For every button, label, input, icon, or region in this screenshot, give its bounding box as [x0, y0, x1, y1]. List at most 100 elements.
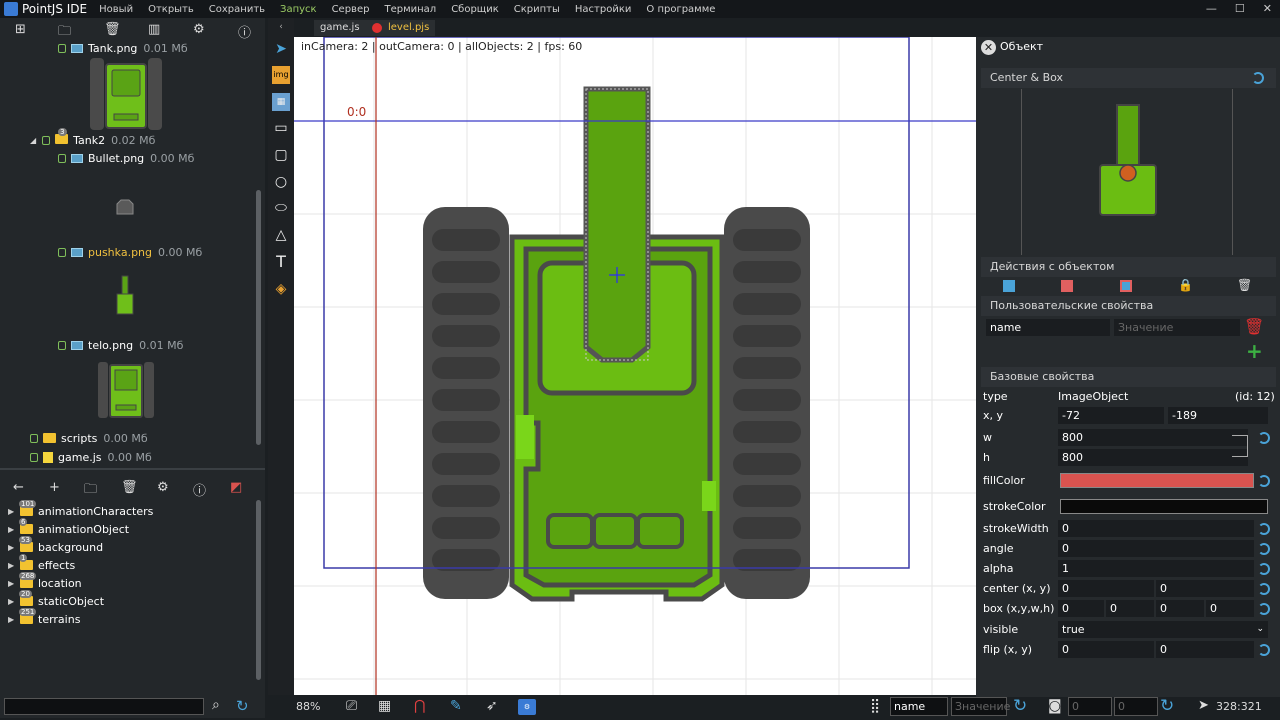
box-h-input[interactable]: 0 [1206, 600, 1254, 617]
add-icon[interactable]: + [49, 480, 60, 495]
tree-item-scripts[interactable]: scripts 0.00 Мб [30, 430, 148, 446]
tab-game-js[interactable]: game.js [314, 20, 366, 36]
coord-x-input[interactable]: 0 [1068, 697, 1112, 716]
copy-icon[interactable] [1003, 280, 1015, 292]
library-search-input[interactable] [4, 698, 204, 715]
lock-icon[interactable] [58, 153, 66, 163]
angle-input[interactable]: 0 [1058, 540, 1254, 557]
coord-y-input[interactable]: 0 [1114, 697, 1158, 716]
y-input[interactable]: -189 [1168, 407, 1268, 424]
menu-terminal[interactable]: Терминал [384, 4, 436, 15]
bring-front-icon[interactable] [1061, 280, 1073, 292]
library-scrollbar[interactable] [256, 500, 261, 680]
w-input[interactable]: 800 [1058, 429, 1248, 446]
aspect-link-icon[interactable] [1232, 435, 1248, 457]
camera-snapshot-icon[interactable]: ◙ [1048, 698, 1062, 714]
tree-item-telo-png[interactable]: telo.png 0.01 Мб [58, 337, 183, 353]
image-tool-icon[interactable]: img [272, 66, 290, 84]
refresh-icon[interactable]: ↻ [236, 697, 249, 715]
menu-run[interactable]: Запуск [280, 4, 317, 15]
visible-select[interactable]: true ⌄ [1058, 621, 1268, 638]
fill-color-swatch[interactable] [1060, 473, 1254, 488]
menu-scripts[interactable]: Скрипты [514, 4, 560, 15]
magnet-icon[interactable]: ⋂ [414, 698, 425, 714]
section-center-box[interactable]: Center & Box [981, 68, 1276, 88]
box-x-input[interactable]: 0 [1058, 600, 1104, 617]
send-back-icon[interactable] [1120, 280, 1132, 292]
layers-tool-icon[interactable]: ◈ [272, 280, 290, 298]
reset-icon[interactable] [1258, 644, 1270, 656]
menu-settings[interactable]: Настройки [575, 4, 631, 15]
new-folder-icon[interactable]: 🗀 [58, 22, 71, 39]
expand-arrow-icon[interactable]: ▶ [8, 615, 20, 624]
status-name-input[interactable]: name [890, 697, 948, 716]
dots-grid-icon[interactable]: ⣿ [870, 698, 880, 714]
rocket-icon[interactable]: ➶ [486, 698, 498, 714]
delete-prop-icon[interactable]: 🗑 [1244, 317, 1264, 336]
spec-icon[interactable]: ⚙ [518, 699, 536, 715]
refresh-icon[interactable]: ↻ [1013, 696, 1027, 716]
maximize-icon[interactable]: ☐ [1235, 2, 1245, 15]
search-icon[interactable]: ⌕ [212, 697, 220, 713]
alpha-input[interactable]: 1 [1058, 560, 1254, 577]
menu-save[interactable]: Сохранить [209, 4, 265, 15]
tree-item-game-js[interactable]: game.js 0.00 Мб [30, 449, 152, 465]
tree-item-tank2-folder[interactable]: ◢ 3 Tank2 0.02 Мб [30, 127, 155, 148]
library-item[interactable]: ▶ 101 animationCharacters [8, 500, 153, 520]
text-tool-icon[interactable]: T [272, 253, 290, 271]
section-user-props[interactable]: Пользовательские свойства [981, 296, 1276, 316]
circle-tool-icon[interactable]: ○ [272, 173, 290, 191]
refresh-icon[interactable]: ↻ [1160, 696, 1174, 716]
expand-arrow-icon[interactable]: ▶ [8, 525, 20, 534]
tree-item-bullet-png[interactable]: Bullet.png 0.00 Мб [58, 150, 194, 166]
brush-icon[interactable]: ✎ [450, 698, 462, 714]
flip-y-input[interactable]: 0 [1156, 641, 1254, 658]
help-icon[interactable]: ⓘ [193, 480, 206, 499]
reset-icon[interactable] [1258, 583, 1270, 595]
reset-icon[interactable] [1258, 563, 1270, 575]
level-canvas[interactable]: inCamera: 2 | outCamera: 0 | allObjects:… [294, 37, 976, 695]
user-prop-name-input[interactable]: name [986, 319, 1110, 336]
close-window-icon[interactable]: ✕ [1263, 2, 1272, 15]
lock-icon[interactable] [58, 247, 66, 257]
ellipse-tool-icon[interactable]: ⬭ [272, 199, 290, 217]
rectangle-tool-icon[interactable]: ▭ [272, 119, 290, 137]
camera-icon[interactable]: ⎚ [346, 698, 357, 714]
lock-icon[interactable] [58, 43, 66, 53]
stroke-width-input[interactable]: 0 [1058, 520, 1254, 537]
delete-icon[interactable]: 🗑 [121, 480, 138, 495]
status-value-input[interactable]: Значение [951, 697, 1010, 716]
add-prop-icon[interactable]: + [1246, 339, 1263, 363]
sprite-tool-icon[interactable]: ▦ [272, 93, 290, 111]
reset-icon[interactable] [1258, 475, 1270, 487]
delete-icon[interactable]: 🗑 [104, 22, 121, 38]
reset-icon[interactable] [1258, 523, 1270, 535]
h-input[interactable]: 800 [1058, 449, 1248, 466]
collapse-left-icon[interactable]: ‹ [272, 18, 290, 36]
lock-icon[interactable] [30, 452, 38, 462]
library-item[interactable]: ▶ 251 terrains [8, 608, 80, 628]
expand-arrow-icon[interactable]: ▶ [8, 579, 20, 588]
expand-arrow-icon[interactable]: ▶ [8, 507, 20, 516]
menu-open[interactable]: Открыть [148, 4, 194, 15]
new-file-icon[interactable]: ⊞ [15, 22, 26, 38]
trash-icon[interactable]: 🗑 [1237, 278, 1252, 292]
back-arrow-icon[interactable]: ← [13, 480, 24, 495]
section-actions[interactable]: Действия с объектом [981, 257, 1276, 277]
tree-item-pushka-png[interactable]: pushka.png 0.00 Мб [58, 244, 202, 260]
gear-icon[interactable]: ⚙ [157, 480, 169, 495]
reset-icon[interactable] [1258, 543, 1270, 555]
x-input[interactable]: -72 [1058, 407, 1164, 424]
reset-icon[interactable] [1258, 432, 1270, 444]
menu-new[interactable]: Новый [99, 4, 133, 15]
box-w-input[interactable]: 0 [1156, 600, 1204, 617]
stroke-color-swatch[interactable] [1060, 499, 1268, 514]
map-icon[interactable]: ▥ [148, 22, 160, 38]
center-y-input[interactable]: 0 [1156, 580, 1254, 597]
tab-level-pjs[interactable]: level.pjs [366, 20, 436, 36]
menu-about[interactable]: О программе [646, 4, 715, 15]
user-prop-value-input[interactable]: Значение [1114, 319, 1240, 336]
tree-item-tank-png[interactable]: Tank.png 0.01 Мб [58, 40, 188, 56]
expand-arrow-icon[interactable]: ▶ [8, 597, 20, 606]
menu-builder[interactable]: Сборщик [451, 4, 499, 15]
